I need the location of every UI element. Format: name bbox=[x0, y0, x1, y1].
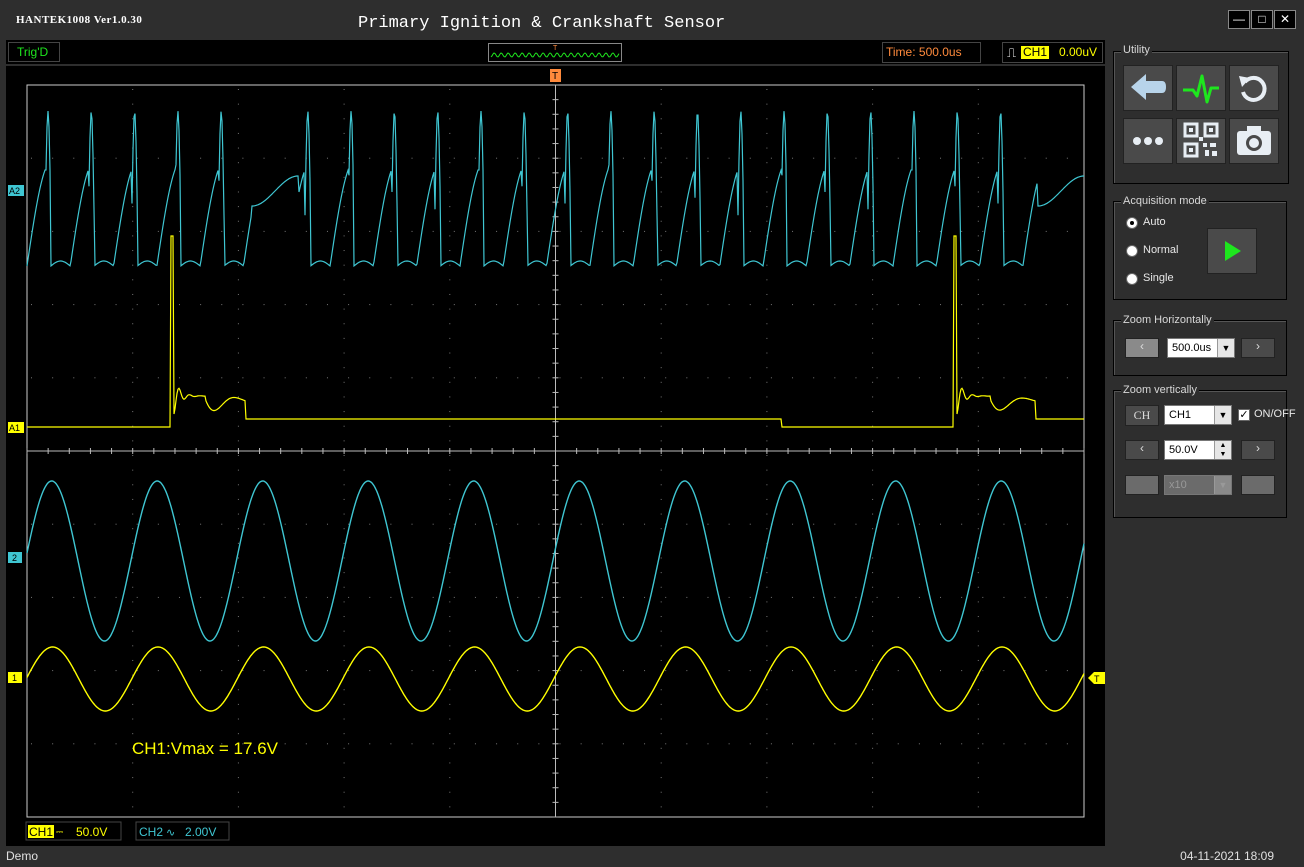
rising-edge-icon: ⎍ bbox=[1007, 45, 1017, 60]
back-arrow-icon bbox=[1131, 74, 1166, 100]
chevron-down-icon: ▼ bbox=[1214, 406, 1231, 424]
trigger-channel: CH1 bbox=[1021, 45, 1050, 59]
zoom-h-left-button[interactable]: ‹ bbox=[1125, 338, 1159, 358]
svg-text:2.00V: 2.00V bbox=[185, 825, 216, 839]
timebase-readout: Time: 500.0us bbox=[882, 42, 981, 63]
app-version: HANTEK1008 Ver1.0.30 bbox=[16, 14, 143, 26]
svg-text:A1: A1 bbox=[9, 423, 20, 433]
svg-text:A2: A2 bbox=[9, 186, 20, 196]
auto-setup-button[interactable] bbox=[1176, 65, 1226, 111]
volts-spinner[interactable]: 50.0V ▲ ▼ bbox=[1164, 440, 1232, 460]
qr-code-icon bbox=[1183, 122, 1219, 158]
svg-text:T: T bbox=[553, 45, 558, 52]
probe-select[interactable]: x10 ▼ bbox=[1164, 475, 1232, 495]
channel-select[interactable]: CH1 ▼ bbox=[1164, 405, 1232, 425]
zoom-vertical-legend: Zoom vertically bbox=[1121, 384, 1199, 396]
radio-normal-label: Normal bbox=[1143, 244, 1179, 256]
ch2-scale-box[interactable]: CH2 ∿ 2.00V bbox=[135, 821, 230, 841]
title-bar: HANTEK1008 Ver1.0.30 Primary Ignition & … bbox=[0, 0, 1304, 40]
acquisition-legend: Acquisition mode bbox=[1121, 195, 1209, 207]
utility-panel: Utility bbox=[1113, 44, 1289, 184]
maximize-icon[interactable]: □ bbox=[1251, 10, 1273, 29]
graticule bbox=[26, 84, 1085, 818]
svg-text:1: 1 bbox=[12, 673, 17, 683]
play-icon bbox=[1225, 241, 1241, 261]
zoom-h-right-button[interactable]: › bbox=[1241, 338, 1275, 358]
back-button[interactable] bbox=[1123, 65, 1173, 111]
radio-auto-label: Auto bbox=[1143, 216, 1166, 228]
chevron-left-icon: ‹ bbox=[1140, 441, 1144, 455]
chevron-down-icon: ▼ bbox=[1214, 476, 1231, 494]
onoff-label: ON/OFF bbox=[1254, 408, 1296, 420]
radio-normal[interactable] bbox=[1126, 245, 1138, 257]
run-button[interactable] bbox=[1207, 228, 1257, 274]
trigger-position-preview[interactable]: T bbox=[488, 43, 622, 62]
svg-text:2: 2 bbox=[12, 553, 17, 563]
acquisition-panel: Acquisition mode Auto Normal Single bbox=[1113, 195, 1287, 300]
more-button[interactable] bbox=[1123, 118, 1173, 164]
zoom-v-left-button[interactable]: ‹ bbox=[1125, 440, 1159, 460]
chevron-left-icon: ‹ bbox=[1140, 339, 1144, 353]
radio-single[interactable] bbox=[1126, 273, 1138, 285]
dc-coupling-icon: ⎓ bbox=[56, 827, 63, 837]
marker-a1[interactable]: A1 bbox=[8, 422, 24, 433]
chevron-down-icon: ▼ bbox=[1217, 339, 1234, 357]
probe-left-button[interactable] bbox=[1125, 475, 1159, 495]
ch1-scale-box[interactable]: CH1 ⎓ 50.0V bbox=[25, 821, 122, 841]
spinner-arrows-icon: ▲ ▼ bbox=[1214, 441, 1231, 459]
probe-value: x10 bbox=[1169, 479, 1187, 491]
waveform-canvas: T A2 A1 2 1 T CH1:Vmax = 17.6V CH1 ⎓ 50.… bbox=[8, 69, 1105, 841]
probe-right-button[interactable] bbox=[1241, 475, 1275, 495]
reset-button[interactable] bbox=[1229, 65, 1279, 111]
trigger-level: 0.00uV bbox=[1059, 45, 1098, 59]
channel-onoff-checkbox[interactable]: ✓ bbox=[1238, 409, 1250, 421]
trigger-level-marker[interactable]: T bbox=[1088, 672, 1105, 684]
svg-text:CH1: CH1 bbox=[29, 825, 53, 839]
trigger-readout: ⎍ CH1 0.00uV bbox=[1002, 42, 1103, 63]
timebase-select[interactable]: 500.0us ▼ bbox=[1167, 338, 1235, 358]
waveform-icon bbox=[1183, 74, 1219, 104]
radio-single-label: Single bbox=[1143, 272, 1174, 284]
close-icon[interactable]: ✕ bbox=[1274, 10, 1296, 29]
chevron-right-icon: › bbox=[1256, 339, 1260, 353]
zoom-horizontal-panel: Zoom Horizontally ‹ 500.0us ▼ › bbox=[1113, 314, 1287, 376]
status-text: Demo bbox=[6, 849, 39, 863]
datetime: 04-11-2021 18:09 bbox=[1180, 849, 1274, 863]
status-bar: Demo 04-11-2021 18:09 bbox=[0, 846, 1304, 867]
channel-value: CH1 bbox=[1169, 409, 1192, 421]
svg-text:50.0V: 50.0V bbox=[76, 825, 107, 839]
more-icon bbox=[1133, 137, 1163, 145]
volts-value: 50.0V bbox=[1169, 444, 1198, 456]
svg-text:T: T bbox=[552, 71, 558, 82]
zoom-vertical-panel: Zoom vertically CH CH1 ▼ ✓ ON/OFF ‹ 50.0… bbox=[1113, 384, 1296, 518]
qr-code-button[interactable] bbox=[1176, 118, 1226, 164]
zoom-v-right-button[interactable]: › bbox=[1241, 440, 1275, 460]
trigger-preview-wave-icon: T bbox=[490, 45, 620, 58]
marker-ch2[interactable]: 2 bbox=[8, 552, 22, 563]
trigger-position-marker[interactable]: T bbox=[550, 69, 561, 82]
marker-a2[interactable]: A2 bbox=[8, 185, 24, 196]
timebase-value: 500.0us bbox=[1172, 342, 1212, 354]
utility-legend: Utility bbox=[1121, 44, 1152, 56]
camera-icon bbox=[1237, 126, 1271, 155]
trigger-status: Trig'D bbox=[8, 42, 60, 62]
svg-text:CH2: CH2 bbox=[139, 825, 163, 839]
channel-button[interactable]: CH bbox=[1125, 405, 1159, 426]
ac-coupling-icon: ∿ bbox=[166, 827, 175, 839]
reset-icon bbox=[1239, 75, 1267, 102]
chevron-right-icon: › bbox=[1256, 441, 1260, 455]
marker-ch1[interactable]: 1 bbox=[8, 672, 22, 683]
zoom-horizontal-legend: Zoom Horizontally bbox=[1121, 314, 1214, 326]
svg-text:T: T bbox=[1094, 674, 1100, 684]
scope-status-bar: Trig'D T Time: 500.0us ⎍ CH1 0.00uV bbox=[6, 40, 1105, 64]
screenshot-button[interactable] bbox=[1229, 118, 1279, 164]
window-title: Primary Ignition & Crankshaft Sensor bbox=[358, 14, 726, 33]
measurement-readout: CH1:Vmax = 17.6V bbox=[132, 739, 279, 758]
radio-auto[interactable] bbox=[1126, 217, 1138, 229]
oscilloscope-display[interactable]: T A2 A1 2 1 T CH1:Vmax = 17.6V CH1 ⎓ 50.… bbox=[6, 66, 1105, 846]
minimize-icon[interactable]: — bbox=[1228, 10, 1250, 29]
